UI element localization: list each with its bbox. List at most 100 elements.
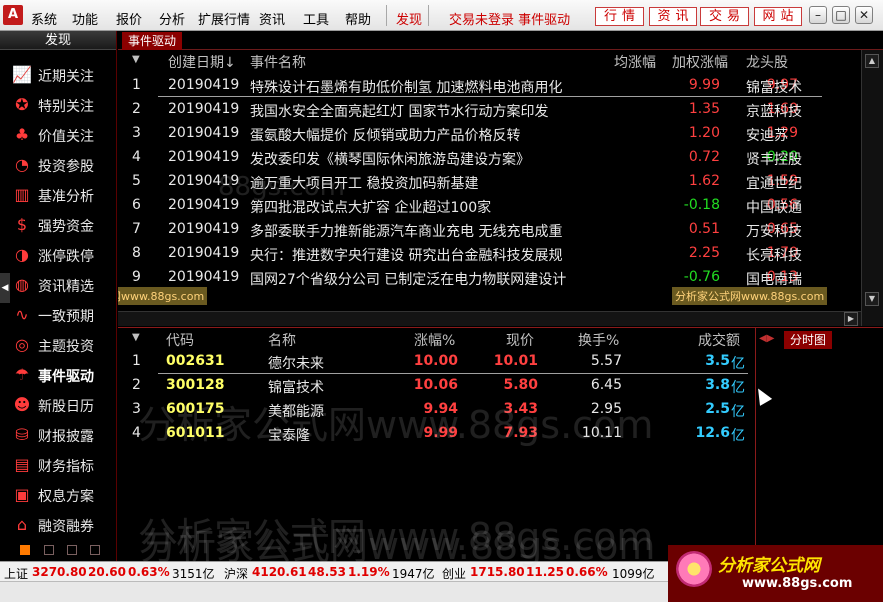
sidebar-item-label: 融资融券 <box>38 519 94 535</box>
page-dot-active[interactable] <box>20 545 30 555</box>
maximize-icon[interactable]: □ <box>832 6 850 24</box>
target-icon: ◎ <box>15 335 29 354</box>
close-icon[interactable]: ✕ <box>855 6 873 24</box>
sidebar-item[interactable]: ◍ 资讯精选 <box>0 271 116 299</box>
menu-system[interactable]: 系统 <box>31 9 57 28</box>
stock-row[interactable]: 1 002631 德尔未来 10.00 10.01 5.57 3.5 亿 <box>118 350 755 374</box>
tab-minute-chart[interactable]: 分时图 <box>784 331 833 349</box>
globe-icon: ◍ <box>15 275 29 294</box>
sidebar-item[interactable]: $ 强势资金 <box>0 211 116 239</box>
col-avg-change[interactable]: 均涨幅 <box>614 52 656 72</box>
minute-chart-panel: ◀▶ 分时图 <box>755 327 883 561</box>
sidebar-item-label: 资讯精选 <box>38 279 94 295</box>
menu-quote[interactable]: 报价 <box>116 9 142 28</box>
event-name: 蛋氨酸大幅提价 反倾销或助力产品价格反转 <box>250 128 521 144</box>
col-change-pct[interactable]: 涨幅% <box>414 330 455 350</box>
menu-discover[interactable]: 发现 <box>396 9 422 28</box>
col-create-date[interactable]: 创建日期↓ <box>168 52 236 72</box>
sort-toggle-icon[interactable]: ▼ <box>132 54 140 65</box>
menu-tools[interactable]: 工具 <box>303 9 329 28</box>
page-dot[interactable] <box>90 545 100 555</box>
sidebar-item-label: 基准分析 <box>38 189 94 205</box>
event-row[interactable]: 1 20190419 特殊设计石墨烯有助低价制氢 加速燃料电池商用化 9.99 9.97… <box>118 74 858 98</box>
sidebar-item[interactable]: ✪ 特别关注 <box>0 91 116 119</box>
event-leader-stock: 安迪苏 <box>746 128 788 144</box>
col-name[interactable]: 名称 <box>268 330 296 350</box>
row-number: 2 <box>132 377 141 393</box>
scroll-right-icon[interactable]: ▶ <box>844 312 858 326</box>
event-row[interactable]: 4 20190419 发改委印发《横琴国际休闲旅游岛建设方案》 0.72 -0.20 贤丰… <box>118 146 858 170</box>
coins-icon: ⛁ <box>15 425 29 444</box>
scroll-down-icon[interactable]: ▼ <box>865 292 879 306</box>
sidebar-item[interactable]: ☻ 新股日历 <box>0 391 116 419</box>
index-sh-name[interactable]: 上证 <box>4 565 28 582</box>
col-turnover[interactable]: 换手% <box>578 330 619 350</box>
selected-row-underline <box>158 96 822 97</box>
event-row[interactable]: 7 20190419 多部委联手力推新能源汽车商业充电 无线充电成重 0.51 0.65… <box>118 218 858 242</box>
sidebar-item[interactable]: ◔ 投资参股 <box>0 151 116 179</box>
event-row[interactable]: 2 20190419 我国水安全全面亮起红灯 国家节水行动方案印发 1.35 1.60 京… <box>118 98 858 122</box>
pie-chart-icon: ◔ <box>15 155 29 174</box>
menu-analysis[interactable]: 分析 <box>159 9 185 28</box>
trade-button[interactable]: 交易 <box>700 7 749 26</box>
sidebar-item-label: 财报披露 <box>38 429 94 445</box>
minimize-icon[interactable]: – <box>809 6 827 24</box>
col-code[interactable]: 代码 <box>166 330 194 350</box>
event-row[interactable]: 3 20190419 蛋氨酸大幅提价 反倾销或助力产品价格反转 1.20 1.29 安迪苏 <box>118 122 858 146</box>
sidebar-item[interactable]: ⌂ 融资融券 <box>0 511 116 539</box>
sidebar-item[interactable]: ▤ 财务指标 <box>0 451 116 479</box>
stock-amount: 12.6 <box>695 425 730 441</box>
sidebar-item[interactable]: ☂ 事件驱动 <box>0 361 116 389</box>
sidebar-item[interactable]: 📈 近期关注 <box>0 61 116 89</box>
page-dot[interactable] <box>44 545 54 555</box>
tab-event-driven[interactable]: 事件驱动 <box>122 32 183 50</box>
sidebar-item[interactable]: ♣ 价值关注 <box>0 121 116 149</box>
row-number: 8 <box>132 245 141 261</box>
col-leader-stock[interactable]: 龙头股 <box>746 52 788 72</box>
sidebar-title: 发现 <box>0 31 116 50</box>
picture-icon: ▣ <box>14 485 30 504</box>
col-weighted-change[interactable]: 加权涨幅 <box>672 52 728 72</box>
panel-switch-arrows-icon[interactable]: ◀▶ <box>759 333 774 344</box>
person-star-icon: ✪ <box>15 95 29 114</box>
menu-function[interactable]: 功能 <box>72 9 98 28</box>
sidebar-item-label: 涨停跌停 <box>38 249 94 265</box>
page-dot[interactable] <box>67 545 77 555</box>
brand-url: www.88gs.com <box>742 576 853 591</box>
piggy-bank-icon: ♣ <box>14 125 30 144</box>
event-date: 20190419 <box>168 149 240 165</box>
sidebar-item[interactable]: ∿ 一致预期 <box>0 301 116 329</box>
event-row[interactable]: 8 20190419 央行：推进数字央行建设 研究出台金融科技发展规 2.25 1.70… <box>118 242 858 266</box>
events-horizontal-scrollbar[interactable]: ▶ <box>118 311 861 326</box>
news-button[interactable]: 资讯 <box>649 7 697 26</box>
events-vertical-scrollbar[interactable]: ▲ ▼ <box>861 50 883 326</box>
sidebar-item-label: 价值关注 <box>38 129 94 145</box>
sidebar-item[interactable]: ◎ 主题投资 <box>0 331 116 359</box>
sidebar-collapse-arrow-icon[interactable]: ◀ <box>0 273 10 303</box>
col-amount[interactable]: 成交额 <box>698 330 740 350</box>
event-date: 20190419 <box>168 245 240 261</box>
row-number: 3 <box>132 125 141 141</box>
money-bag-icon: $ <box>16 215 28 234</box>
sidebar-item[interactable]: ▣ 权息方案 <box>0 481 116 509</box>
sidebar-item[interactable]: ◑ 涨停跌停 <box>0 241 116 269</box>
scroll-up-icon[interactable]: ▲ <box>865 54 879 68</box>
event-leader-stock: 国电南瑞 <box>746 272 802 288</box>
events-table: ▼ 创建日期↓ 事件名称 均涨幅 加权涨幅 龙头股 1 20190419 特殊设计石… <box>118 50 883 325</box>
website-button[interactable]: 网站 <box>754 7 802 26</box>
stock-price: 5.80 <box>503 377 538 393</box>
sidebar-item-label: 权息方案 <box>38 489 94 505</box>
menu-ext-quote[interactable]: 扩展行情 <box>198 9 250 28</box>
quote-button[interactable]: 行情 <box>595 7 644 26</box>
menu-help[interactable]: 帮助 <box>345 9 371 28</box>
row-number: 6 <box>132 197 141 213</box>
col-price[interactable]: 现价 <box>506 330 534 350</box>
sidebar-item[interactable]: ▥ 基准分析 <box>0 181 116 209</box>
event-date: 20190419 <box>168 221 240 237</box>
menu-news[interactable]: 资讯 <box>259 9 285 28</box>
tab-bar: 事件驱动 <box>118 31 883 50</box>
col-event-name[interactable]: 事件名称 <box>250 52 306 72</box>
sort-toggle-icon[interactable]: ▼ <box>132 332 140 343</box>
bank-icon: ⌂ <box>16 515 28 534</box>
sidebar-item[interactable]: ⛁ 财报披露 <box>0 421 116 449</box>
